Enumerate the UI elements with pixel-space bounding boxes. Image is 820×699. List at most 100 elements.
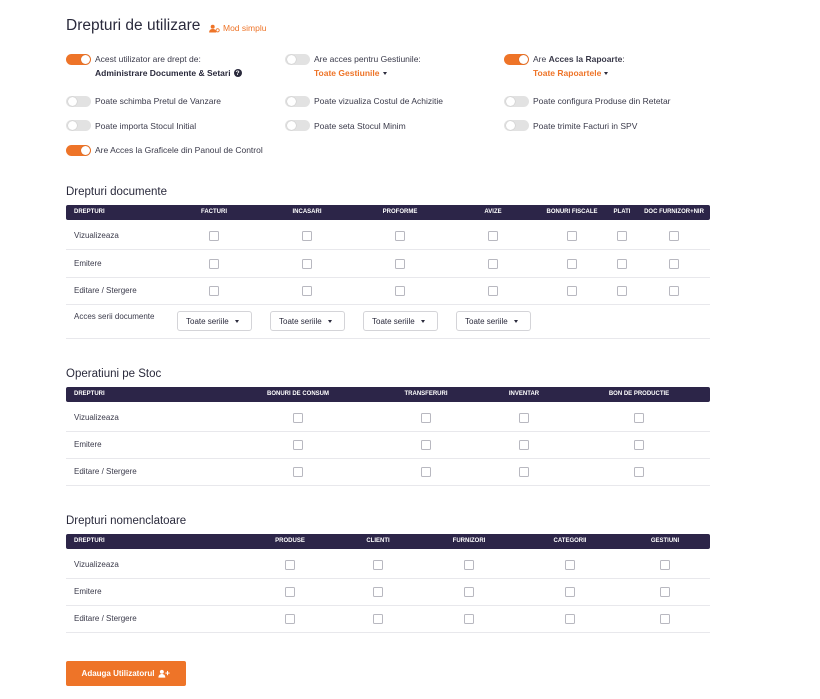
col-header: BONURI DE CONSUM [266, 391, 330, 397]
checkbox[interactable] [669, 259, 679, 269]
checkbox[interactable] [565, 560, 575, 570]
perm-admin-sub: Administrare Documente & Setari ? [95, 68, 242, 78]
toggle-stoc-minim[interactable] [285, 120, 310, 131]
checkbox[interactable] [488, 259, 498, 269]
col-header: CLIENTI [366, 538, 390, 544]
col-header: GESTIUNI [650, 538, 680, 544]
checkbox[interactable] [660, 587, 670, 597]
table-row: Emitere [66, 431, 710, 459]
gestiuni-dropdown[interactable]: Toate Gestiunile [314, 68, 387, 78]
perm-rapoarte-prefix: Are [533, 54, 549, 64]
table-row: Emitere [66, 578, 710, 606]
toggle-gestiuni[interactable] [285, 54, 310, 65]
row-label: Emitere [74, 587, 102, 596]
col-header: DOC FURNIZOR+NIR [644, 209, 704, 215]
checkbox[interactable] [617, 259, 627, 269]
perm-rapoarte-bold: Acces la Rapoarte [548, 54, 623, 64]
rapoarte-dropdown[interactable]: Toate Rapoartele [533, 68, 609, 78]
checkbox[interactable] [395, 259, 405, 269]
row-label: Editare / Stergere [74, 286, 137, 295]
checkbox[interactable] [617, 286, 627, 296]
checkbox[interactable] [395, 286, 405, 296]
row-label: Vizualizeaza [74, 231, 119, 240]
checkbox[interactable] [567, 231, 577, 241]
series-select[interactable]: Toate seriile [177, 311, 252, 331]
add-user-button[interactable]: Adauga Utilizatorul [66, 661, 186, 686]
caret-down-icon [420, 319, 425, 323]
series-select[interactable]: Toate seriile [456, 311, 531, 331]
checkbox[interactable] [285, 587, 295, 597]
series-access-row: Acces serii documente Toate seriile Toat… [66, 305, 710, 339]
checkbox[interactable] [373, 614, 383, 624]
col-header: PROFORME [382, 209, 418, 215]
row-label: Vizualizeaza [74, 413, 119, 422]
checkbox[interactable] [617, 231, 627, 241]
col-header: INVENTAR [508, 391, 540, 397]
checkbox[interactable] [669, 231, 679, 241]
checkbox[interactable] [488, 286, 498, 296]
perm-cost-achizitie-label: Poate vizualiza Costul de Achizitie [314, 96, 443, 106]
checkbox[interactable] [464, 560, 474, 570]
checkbox[interactable] [209, 259, 219, 269]
checkbox[interactable] [293, 467, 303, 477]
checkbox[interactable] [285, 614, 295, 624]
checkbox[interactable] [302, 286, 312, 296]
checkbox[interactable] [565, 614, 575, 624]
series-select[interactable]: Toate seriile [363, 311, 438, 331]
checkbox[interactable] [464, 614, 474, 624]
checkbox[interactable] [373, 587, 383, 597]
checkbox[interactable] [488, 231, 498, 241]
checkbox[interactable] [293, 440, 303, 450]
user-plus-icon [158, 669, 171, 678]
checkbox[interactable] [421, 440, 431, 450]
checkbox[interactable] [567, 259, 577, 269]
perm-produse-retetar-label: Poate configura Produse din Retetar [533, 96, 671, 106]
caret-down-icon [327, 319, 332, 323]
checkbox[interactable] [209, 286, 219, 296]
toggle-grafice[interactable] [66, 145, 91, 156]
col-header: FURNIZORI [452, 538, 486, 544]
toggle-produse-retetar[interactable] [504, 96, 529, 107]
table-row: Editare / Stergere [66, 605, 710, 633]
checkbox[interactable] [634, 440, 644, 450]
mod-simplu-link[interactable]: Mod simplu [209, 23, 266, 33]
documents-table-header: DREPTURI FACTURI INCASARI PROFORME AVIZE… [66, 205, 710, 220]
checkbox[interactable] [669, 286, 679, 296]
toggle-facturi-spv[interactable] [504, 120, 529, 131]
checkbox[interactable] [519, 467, 529, 477]
checkbox[interactable] [285, 560, 295, 570]
checkbox[interactable] [302, 259, 312, 269]
table-row: Vizualizeaza [66, 404, 710, 432]
checkbox[interactable] [302, 231, 312, 241]
checkbox[interactable] [634, 467, 644, 477]
toggle-pret-vanzare[interactable] [66, 96, 91, 107]
checkbox[interactable] [519, 413, 529, 423]
mod-simplu-label: Mod simplu [223, 23, 267, 33]
toggle-rapoarte[interactable] [504, 54, 529, 65]
toggle-admin-documente[interactable] [66, 54, 91, 65]
series-select-value: Toate seriile [279, 316, 322, 326]
checkbox[interactable] [567, 286, 577, 296]
checkbox[interactable] [660, 614, 670, 624]
rapoarte-dropdown-value: Toate Rapoartele [533, 68, 602, 78]
checkbox[interactable] [293, 413, 303, 423]
series-select[interactable]: Toate seriile [270, 311, 345, 331]
checkbox[interactable] [421, 467, 431, 477]
checkbox[interactable] [373, 560, 383, 570]
checkbox[interactable] [634, 413, 644, 423]
caret-down-icon [234, 319, 239, 323]
checkbox[interactable] [395, 231, 405, 241]
question-circle-icon[interactable]: ? [233, 69, 242, 77]
perm-stoc-minim-label: Poate seta Stocul Minim [314, 121, 406, 131]
toggle-cost-achizitie[interactable] [285, 96, 310, 107]
checkbox[interactable] [209, 231, 219, 241]
checkbox[interactable] [421, 413, 431, 423]
perm-gestiuni-label: Are acces pentru Gestiunile: [314, 54, 421, 64]
toggle-stoc-initial[interactable] [66, 120, 91, 131]
checkbox[interactable] [464, 587, 474, 597]
checkbox[interactable] [519, 440, 529, 450]
table-row: Emitere [66, 250, 710, 278]
checkbox[interactable] [660, 560, 670, 570]
checkbox[interactable] [565, 587, 575, 597]
row-label: Editare / Stergere [74, 614, 137, 623]
